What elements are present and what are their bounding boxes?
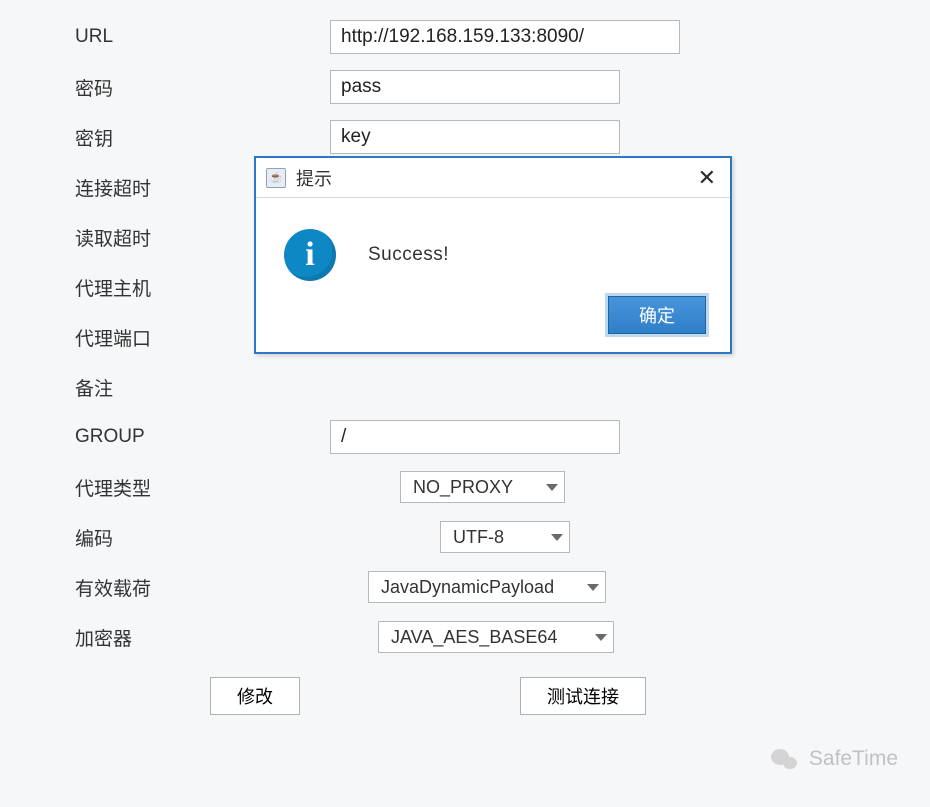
encoding-select[interactable]: UTF-8 bbox=[440, 521, 570, 553]
dialog-body: i Success! bbox=[256, 198, 730, 288]
label-remark: 备注 bbox=[0, 374, 330, 401]
row-remark: 备注 bbox=[0, 362, 930, 412]
info-dialog: ☕ 提示 ✕ i Success! 确定 bbox=[254, 156, 732, 354]
chevron-down-icon bbox=[546, 484, 558, 491]
watermark-text: SafeTime bbox=[809, 747, 898, 771]
row-key: 密钥 bbox=[0, 112, 930, 162]
label-encryptor: 加密器 bbox=[0, 624, 330, 651]
row-password: 密码 bbox=[0, 62, 930, 112]
label-password: 密码 bbox=[0, 74, 330, 101]
label-encoding: 编码 bbox=[0, 524, 330, 551]
modify-button[interactable]: 修改 bbox=[210, 677, 300, 715]
encryptor-value: JAVA_AES_BASE64 bbox=[391, 627, 557, 648]
key-input[interactable] bbox=[330, 120, 620, 154]
payload-value: JavaDynamicPayload bbox=[381, 577, 554, 598]
config-form: URL 密码 密钥 连接超时 读取超时 代理主机 代理端口 备注 GROUP 代… bbox=[0, 0, 930, 720]
group-input[interactable] bbox=[330, 420, 620, 454]
button-row: 修改 测试连接 bbox=[0, 672, 930, 720]
row-proxy-type: 代理类型 NO_PROXY bbox=[0, 462, 930, 512]
info-icon: i bbox=[284, 229, 336, 281]
row-group: GROUP bbox=[0, 412, 930, 462]
close-icon[interactable]: ✕ bbox=[692, 167, 722, 189]
proxy-type-select[interactable]: NO_PROXY bbox=[400, 471, 565, 503]
row-url: URL bbox=[0, 12, 930, 62]
label-payload: 有效载荷 bbox=[0, 574, 330, 601]
dialog-title: 提示 bbox=[296, 165, 692, 191]
label-url: URL bbox=[0, 26, 330, 48]
password-input[interactable] bbox=[330, 70, 620, 104]
proxy-type-value: NO_PROXY bbox=[413, 477, 513, 498]
watermark: SafeTime bbox=[771, 747, 898, 771]
dialog-message: Success! bbox=[368, 244, 449, 266]
encryptor-select[interactable]: JAVA_AES_BASE64 bbox=[378, 621, 614, 653]
row-payload: 有效载荷 JavaDynamicPayload bbox=[0, 562, 930, 612]
row-encryptor: 加密器 JAVA_AES_BASE64 bbox=[0, 612, 930, 662]
chevron-down-icon bbox=[587, 584, 599, 591]
label-group: GROUP bbox=[0, 426, 330, 448]
java-icon: ☕ bbox=[266, 168, 286, 188]
dialog-titlebar: ☕ 提示 ✕ bbox=[256, 158, 730, 198]
payload-select[interactable]: JavaDynamicPayload bbox=[368, 571, 606, 603]
label-proxy-type: 代理类型 bbox=[0, 474, 330, 501]
dialog-footer: 确定 bbox=[256, 288, 730, 352]
row-encoding: 编码 UTF-8 bbox=[0, 512, 930, 562]
wechat-icon bbox=[771, 747, 799, 771]
test-connect-button[interactable]: 测试连接 bbox=[520, 677, 646, 715]
chevron-down-icon bbox=[551, 534, 563, 541]
label-key: 密钥 bbox=[0, 124, 330, 151]
chevron-down-icon bbox=[595, 634, 607, 641]
url-input[interactable] bbox=[330, 20, 680, 54]
ok-button[interactable]: 确定 bbox=[608, 296, 706, 334]
encoding-value: UTF-8 bbox=[453, 527, 504, 548]
